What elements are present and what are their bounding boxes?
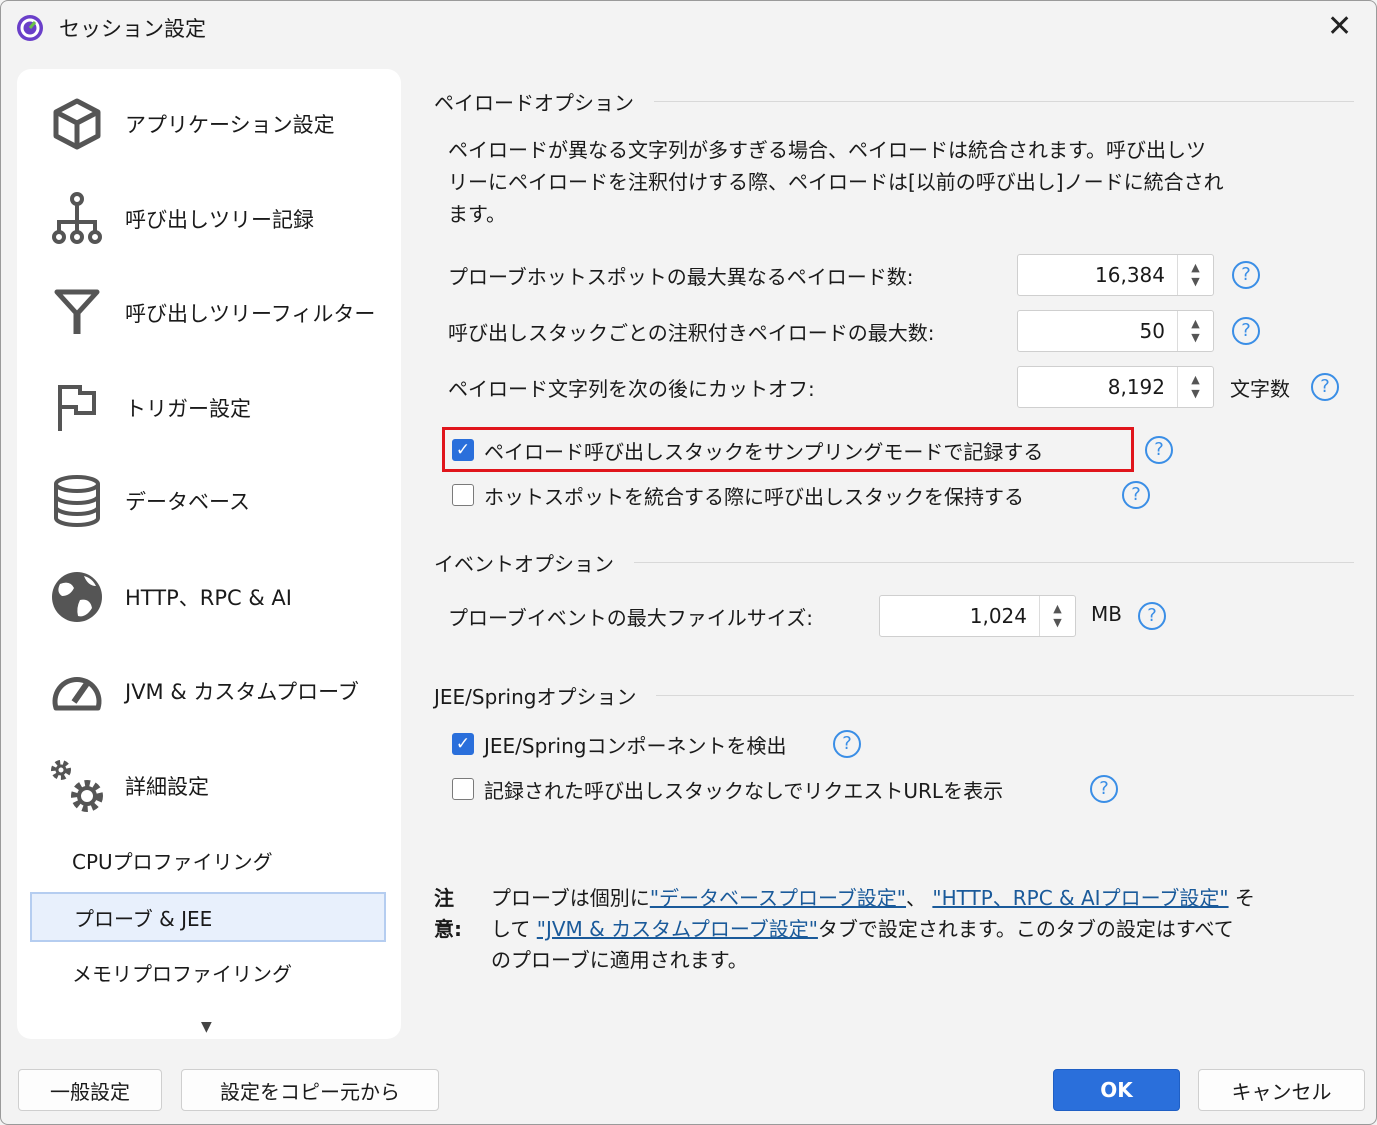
sidebar-subitem-cpu-profiling[interactable]: CPUプロファイリング [30, 835, 386, 885]
max-event-file-size-value[interactable]: 1,024 [880, 596, 1039, 636]
sidebar-item-http-rpc-ai[interactable]: HTTP、RPC & AI [17, 567, 401, 627]
spinner-arrows-icon[interactable]: ▲ ▼ [1177, 367, 1213, 407]
max-payloads-value[interactable]: 16,384 [1018, 255, 1177, 295]
help-icon[interactable]: ? [1138, 602, 1166, 630]
ok-button[interactable]: OK [1053, 1069, 1180, 1111]
cutoff-unit: 文字数 [1230, 377, 1290, 401]
note-text: プローブは個別に"データベースプローブ設定"、 "HTTP、RPC & AIプロ… [491, 883, 1255, 976]
database-probe-settings-link[interactable]: "データベースプローブ設定" [650, 886, 906, 910]
max-annotated-payloads-value[interactable]: 50 [1018, 311, 1177, 351]
spinner-arrows-icon[interactable]: ▲ ▼ [1177, 311, 1213, 351]
event-options-header: イベントオプション [434, 548, 1354, 577]
show-request-urls-checkbox[interactable] [452, 778, 474, 800]
divider [656, 695, 1354, 696]
max-annotated-payloads-spinner[interactable]: 50 ▲ ▼ [1017, 310, 1214, 352]
scroll-down-arrow-icon[interactable]: ▼ [201, 1019, 212, 1035]
note-text-part: のプローブに適用されます。 [491, 948, 748, 972]
globe-icon [47, 567, 107, 627]
payload-options-header: ペイロードオプション [434, 87, 1354, 116]
cutoff-value[interactable]: 8,192 [1018, 367, 1177, 407]
max-event-file-size-spinner[interactable]: 1,024 ▲ ▼ [879, 595, 1076, 637]
payload-description-line1: ペイロードが異なる文字列が多すぎる場合、ペイロードは統合されます。呼び出しツ [448, 138, 1206, 162]
note-text-part: プローブは個別に [491, 886, 650, 910]
max-payloads-spinner[interactable]: 16,384 ▲ ▼ [1017, 254, 1214, 296]
cutoff-label: ペイロード文字列を次の後にカットオフ: [448, 377, 815, 401]
cutoff-spinner[interactable]: 8,192 ▲ ▼ [1017, 366, 1214, 408]
sidebar-item-advanced[interactable]: 詳細設定 [17, 756, 401, 816]
detect-jee-checkbox[interactable]: ✓ [452, 733, 474, 755]
cube-icon [47, 94, 107, 154]
payload-description-line3: ます。 [448, 202, 506, 226]
sidebar-subitem-probes-jee[interactable]: プローブ & JEE [30, 892, 386, 942]
help-icon[interactable]: ? [1232, 261, 1260, 289]
app-logo-icon [16, 14, 44, 42]
record-payload-stacks-label[interactable]: ペイロード呼び出しスタックをサンプリングモードで記録する [484, 436, 1043, 465]
detect-jee-label[interactable]: JEE/Springコンポーネントを検出 [484, 730, 786, 759]
help-icon[interactable]: ? [1145, 436, 1173, 464]
general-settings-button[interactable]: 一般設定 [18, 1069, 162, 1111]
cancel-button[interactable]: キャンセル [1198, 1069, 1365, 1111]
gauge-icon [47, 661, 107, 721]
note-text-part: して [491, 917, 537, 941]
jee-spring-options-header: JEE/Springオプション [434, 681, 1354, 710]
jvm-custom-probe-settings-link[interactable]: "JVM & カスタムプローブ設定" [537, 917, 818, 941]
divider [634, 562, 1354, 563]
session-settings-dialog: セッション設定 ✕ アプリケーション設定 呼び出しツリー記録 呼び出しツリーフィ… [0, 0, 1377, 1125]
sidebar-item-call-tree-filter[interactable]: 呼び出しツリーフィルター [17, 283, 401, 343]
note-label: 注 [434, 886, 454, 910]
divider [654, 101, 1354, 102]
gears-icon [47, 756, 107, 816]
close-button[interactable]: ✕ [1327, 9, 1352, 44]
spinner-arrows-icon[interactable]: ▲ ▼ [1177, 255, 1213, 295]
note-label-2: 意: [434, 917, 462, 941]
help-icon[interactable]: ? [1232, 317, 1260, 345]
note-text-part: そ [1228, 886, 1255, 910]
sidebar-subitem-memory-profiling[interactable]: メモリプロファイリング [30, 947, 386, 997]
sidebar-item-call-tree-recording[interactable]: 呼び出しツリー記録 [17, 189, 401, 249]
event-size-unit: MB [1091, 602, 1122, 626]
sidebar: アプリケーション設定 呼び出しツリー記録 呼び出しツリーフィルター トリガー設定… [17, 69, 401, 1039]
database-icon [47, 471, 107, 531]
max-payloads-label: プローブホットスポットの最大異なるペイロード数: [448, 265, 914, 289]
sidebar-item-jvm-custom-probes[interactable]: JVM & カスタムプローブ [17, 661, 401, 721]
flag-icon [47, 378, 107, 438]
max-annotated-payloads-label: 呼び出しスタックごとの注釈付きペイロードの最大数: [448, 321, 935, 345]
tree-icon [47, 189, 107, 249]
help-icon[interactable]: ? [1311, 373, 1339, 401]
keep-stacks-checkbox[interactable] [452, 484, 474, 506]
copy-settings-button[interactable]: 設定をコピー元から [181, 1069, 439, 1111]
note-text-part: タブで設定されます。このタブの設定はすべて [817, 917, 1234, 941]
sidebar-item-application[interactable]: アプリケーション設定 [17, 94, 401, 154]
sidebar-item-database[interactable]: データベース [17, 471, 401, 531]
record-payload-stacks-checkbox[interactable]: ✓ [452, 439, 474, 461]
show-request-urls-label[interactable]: 記録された呼び出しスタックなしでリクエストURLを表示 [484, 775, 1003, 804]
help-icon[interactable]: ? [1090, 775, 1118, 803]
keep-stacks-label[interactable]: ホットスポットを統合する際に呼び出しスタックを保持する [484, 481, 1024, 510]
sidebar-item-triggers[interactable]: トリガー設定 [17, 378, 401, 438]
max-event-file-size-label: プローブイベントの最大ファイルサイズ: [448, 606, 813, 630]
help-icon[interactable]: ? [1122, 481, 1150, 509]
help-icon[interactable]: ? [833, 730, 861, 758]
spinner-arrows-icon[interactable]: ▲ ▼ [1039, 596, 1075, 636]
http-rpc-ai-probe-settings-link[interactable]: "HTTP、RPC & AIプローブ設定" [932, 886, 1228, 910]
filter-icon [47, 283, 107, 343]
payload-description-line2: リーにペイロードを注釈付けする際、ペイロードは[以前の呼び出し]ノードに統合され [448, 170, 1224, 194]
window-title: セッション設定 [59, 17, 206, 41]
note-text-part: 、 [906, 886, 933, 910]
